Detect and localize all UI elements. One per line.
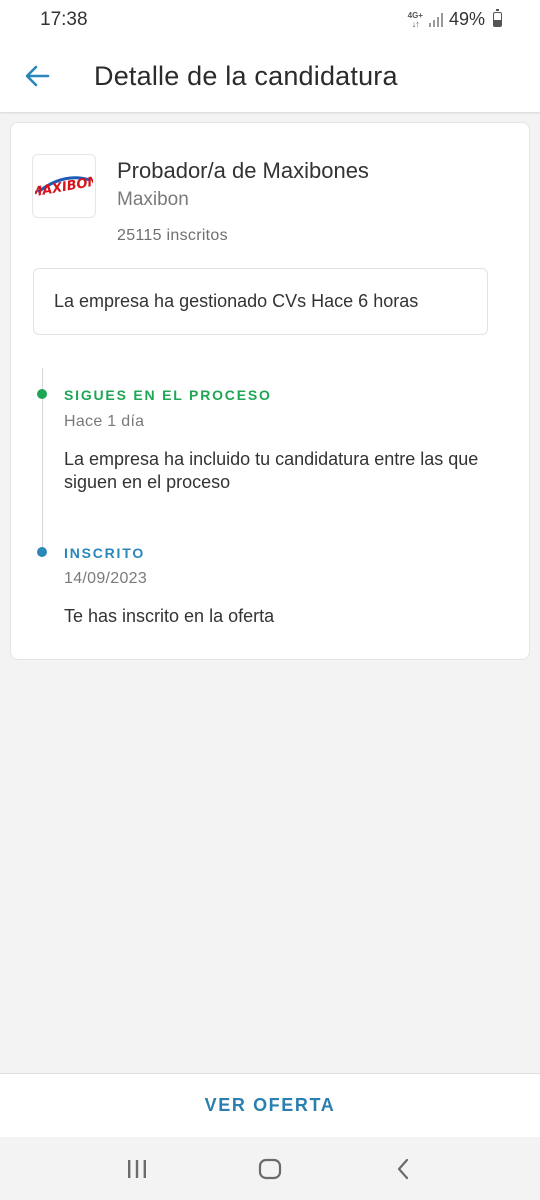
home-icon	[258, 1158, 282, 1179]
battery-icon	[493, 9, 502, 27]
recents-icon	[127, 1159, 146, 1178]
page-title: Detalle de la candidatura	[94, 60, 398, 91]
company-activity-notice: La empresa ha gestionado CVs Hace 6 hora…	[33, 268, 488, 335]
network-type-icon: 4G+ ↓↑	[407, 10, 423, 29]
home-button[interactable]	[250, 1149, 290, 1189]
timeline-status-in-process: SIGUES EN EL PROCESO	[64, 387, 272, 403]
recents-button[interactable]	[117, 1149, 157, 1189]
status-time: 17:38	[40, 9, 88, 30]
timeline-description-in-process: La empresa ha incluido tu candidatura en…	[64, 449, 479, 492]
view-offer-button[interactable]: VER OFERTA	[205, 1095, 336, 1116]
status-icons: 4G+ ↓↑ 49%	[408, 9, 502, 30]
system-nav-bar	[0, 1137, 540, 1200]
job-title: Probador/a de Maxibones	[117, 158, 369, 183]
timeline-description-enrolled: Te has inscrito en la oferta	[64, 606, 275, 626]
chevron-left-icon	[398, 1158, 409, 1179]
battery-percent: 49%	[448, 9, 485, 29]
company-logo: MAXIBON	[32, 154, 96, 218]
notice-text: La empresa ha gestionado CVs Hace 6 hora…	[54, 291, 419, 311]
data-arrows-icon: ↓↑	[411, 18, 420, 29]
signal-icon	[428, 12, 443, 27]
timeline-status-enrolled: INSCRITO	[64, 545, 146, 561]
system-back-button[interactable]	[383, 1149, 423, 1189]
arrow-left-icon	[25, 65, 50, 87]
timeline-dot-enrolled	[37, 547, 47, 557]
status-bar: 17:38 4G+ ↓↑ 49%	[0, 0, 540, 40]
maxibon-logo: MAXIBON	[35, 172, 93, 201]
company-name: Maxibon	[117, 189, 189, 210]
timeline-time-in-process: Hace 1 día	[64, 413, 145, 430]
bottom-action-bar: VER OFERTA	[0, 1073, 540, 1137]
app-bar: Detalle de la candidatura	[0, 40, 540, 112]
application-card: MAXIBON Probador/a de Maxibones Maxibon …	[10, 122, 530, 660]
back-button[interactable]	[22, 61, 52, 91]
enrolled-count: 25115 inscritos	[117, 227, 228, 244]
timeline-dot-in-process	[37, 389, 47, 399]
timeline-time-enrolled: 14/09/2023	[64, 570, 148, 587]
